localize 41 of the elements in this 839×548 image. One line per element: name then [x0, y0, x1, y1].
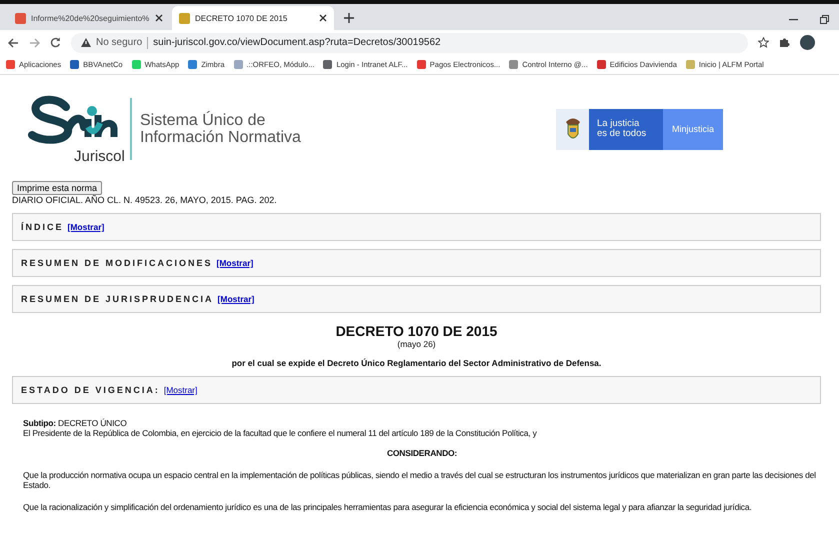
decree-title: DECRETO 1070 DE 2015: [334, 323, 498, 339]
considerando-heading: CONSIDERANDO:: [386, 448, 458, 458]
restore-icon[interactable]: [820, 15, 829, 24]
show-link[interactable]: [Mostrar]: [218, 294, 254, 304]
tab-title: DECRETO 1070 DE 2015: [195, 14, 288, 22]
tab-title: Informe%20de%20seguimiento%: [31, 14, 150, 22]
gazette-reference: DIARIO OFICIAL. AÑO CL. N. 49523. 26, MAYO, 2015. PAG. 202.: [12, 195, 278, 205]
ministry-name: Minjusticia: [663, 108, 723, 150]
star-icon[interactable]: [758, 37, 769, 48]
subtype-value: DECRETO ÚNICO: [58, 418, 127, 428]
close-icon[interactable]: [155, 14, 163, 22]
new-tab-icon[interactable]: [344, 13, 354, 23]
body-paragraph: Que la racionalización y simplificación del ordenamiento jurídico es una de las principales herramientas para asegurar la eficiencia económica y social del sistema legal y para afianzar la seguridad jurídica.: [23, 502, 753, 512]
reload-icon[interactable]: [50, 37, 61, 48]
address-bar[interactable]: No seguro suin-juriscol.gov.co/viewDocument.asp?ruta=Decretos/30019562: [71, 32, 748, 52]
browser-tab[interactable]: DECRETO 1070 DE 2015: [172, 6, 334, 30]
logo-title: Sistema Único de Información Normativa: [140, 112, 301, 146]
section-title: ESTADO DE VIGENCIA:: [21, 385, 160, 395]
section-title: RESUMEN DE MODIFICACIONES: [21, 258, 213, 268]
warning-icon: [81, 38, 91, 47]
url-text: suin-juriscol.gov.co/viewDocument.asp?ruta=Decretos/30019562: [153, 37, 441, 48]
section-title: RESUMEN DE JURISPRUDENCIA: [21, 294, 214, 304]
body-paragraph: Que la producción normativa ocupa un espacio central en la implementación de políticas públicas, siendo el medio a través del cual se estructuran los instrumentos jurídicos que materializan en gran parte las decisiones del Estado.: [23, 470, 817, 490]
decree-subtitle: por el cual se expide el Decreto Único Reglamentario del Sector Administrativo de Defensa.: [230, 358, 602, 368]
show-link[interactable]: [Mostrar]: [164, 385, 198, 395]
browser-tab[interactable]: Informe%20de%20seguimiento%: [8, 6, 170, 30]
show-link[interactable]: [Mostrar]: [68, 222, 104, 232]
show-link[interactable]: [Mostrar]: [216, 258, 254, 268]
profile-avatar[interactable]: [800, 35, 815, 50]
close-icon[interactable]: [319, 14, 327, 22]
back-icon[interactable]: [8, 38, 19, 48]
minimize-icon[interactable]: [789, 18, 798, 20]
slogan-text: La justicia es de todos: [589, 108, 663, 150]
decree-date: (mayo 26): [396, 339, 437, 349]
puzzle-icon[interactable]: [779, 37, 790, 48]
security-label: No seguro: [96, 37, 142, 48]
preamble-text: El Presidente de la República de Colombia, en ejercicio de la facultad que le confiere el numeral 11 del artículo 189 de la Constitución Política, y: [23, 428, 538, 438]
logo-brand: Juriscol: [74, 148, 125, 165]
section-title: ÍNDICE: [21, 222, 64, 232]
subtype-label: Subtipo:: [23, 418, 56, 428]
print-button[interactable]: Imprime esta norma: [12, 181, 102, 195]
